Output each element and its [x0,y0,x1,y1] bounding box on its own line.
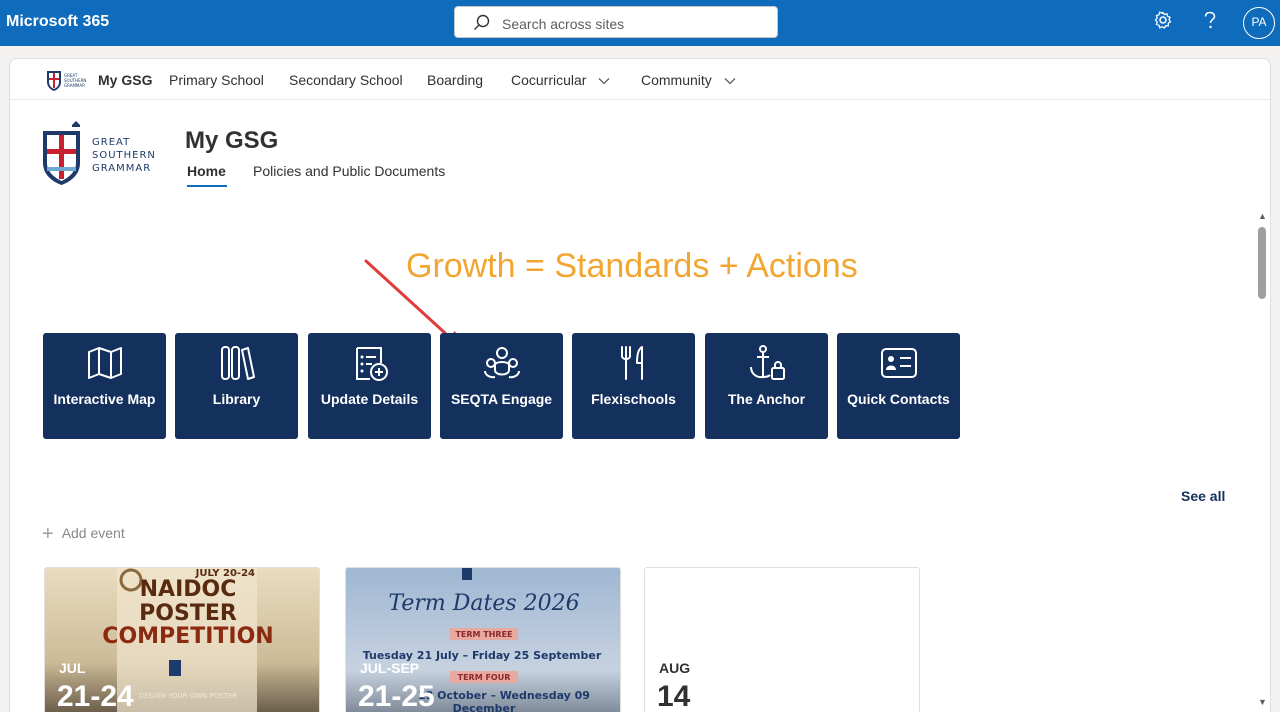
tile-update-details[interactable]: Update Details [308,333,431,439]
event-month: JUL [59,660,86,676]
help-icon[interactable] [1203,11,1217,31]
hub-nav-community-label: Community [641,72,712,88]
site-logo-crest-icon[interactable]: GREAT SOUTHERN GRAMMAR [40,119,160,187]
add-event-button[interactable]: + Add event [42,523,125,546]
page-scrollbar[interactable]: ▲ ▼ [1256,211,1270,712]
term-dates-title: Term Dates 2026 [388,591,579,616]
tile-library[interactable]: Library [175,333,298,439]
event-day: 21-25 [358,680,435,712]
map-icon [87,347,122,379]
tile-flexischools[interactable]: Flexischools [572,333,695,439]
logo-line-2: SOUTHERN [92,150,156,161]
poster-subtitle: DESIGN YOUR OWN POSTER [139,692,238,700]
food-icon [620,346,643,380]
hub-home-link[interactable]: My GSG [98,72,152,88]
app-launcher-brand[interactable]: Microsoft 365 [6,13,109,31]
account-avatar[interactable]: PA [1243,7,1275,39]
people-community-icon [483,347,520,379]
hub-nav-primary-school[interactable]: Primary School [169,72,264,88]
gear-icon[interactable] [1154,11,1172,29]
term-four-dates: 13 October – Wednesday 09 [418,689,590,702]
chevron-down-icon [598,78,610,85]
site-nav-home[interactable]: Home [187,163,226,179]
hub-logo-crest-icon[interactable]: GREAT SOUTHERN GRAMMAR [45,68,91,92]
scrollbar-thumb[interactable] [1258,227,1266,299]
anchor-lock-icon [749,345,785,380]
event-month: AUG [659,660,691,676]
site-title: My GSG [185,127,279,154]
add-event-label: Add event [61,525,125,542]
term-three-label: TERM THREE [455,630,512,639]
event-card-term-dates[interactable]: Term Dates 2026 TERM THREE Tuesday 21 Ju… [345,567,621,712]
contact-card-icon [880,348,917,378]
logo-line-3: GRAMMAR [92,163,151,174]
tile-label: Flexischools [591,391,676,407]
library-icon [220,346,255,380]
sharepoint-page: GREAT SOUTHERN GRAMMAR My GSG Primary Sc… [9,58,1271,712]
hub-nav-community[interactable]: Community [641,72,736,88]
scroll-down-icon[interactable]: ▼ [1258,697,1267,707]
event-day: 14 [657,680,691,712]
event-day: 21-24 [57,680,134,712]
logo-line-1: GREAT [92,137,130,148]
tile-quick-contacts[interactable]: Quick Contacts [837,333,960,439]
tile-the-anchor[interactable]: The Anchor [705,333,828,439]
tile-label: Interactive Map [53,391,156,407]
tile-label: Update Details [320,391,419,407]
tile-label: The Anchor [727,391,806,407]
event-card-naidoc[interactable]: JULY 20-24 NAIDOC POSTER COMPETITION DES… [44,567,320,712]
tagline-heading: Growth = Standards + Actions [406,247,858,285]
tile-seqta-engage[interactable]: SEQTA Engage [440,333,563,439]
hub-nav-secondary-school[interactable]: Secondary School [289,72,403,88]
scroll-up-icon[interactable]: ▲ [1258,211,1267,221]
tile-label: Quick Contacts [847,391,950,407]
hub-nav-cocurricular-label: Cocurricular [511,72,587,88]
poster-title-2: POSTER [139,601,237,626]
tile-label: Library [212,391,261,407]
suite-bar: Microsoft 365 Search across sites PA [0,0,1280,46]
hub-nav-boarding[interactable]: Boarding [427,72,483,88]
hub-nav-cocurricular[interactable]: Cocurricular [511,72,610,88]
search-placeholder: Search across sites [502,16,625,32]
site-nav-policies[interactable]: Policies and Public Documents [253,163,445,179]
term-four-label: TERM FOUR [458,673,511,682]
svg-text:GRAMMAR: GRAMMAR [64,83,85,88]
event-card-aug[interactable]: AUG 14 [644,567,920,712]
chevron-down-icon [724,78,736,85]
event-month: JUL-SEP [360,660,420,676]
search-icon [474,14,490,30]
tile-interactive-map[interactable]: Interactive Map [43,333,166,439]
term-four-dates-end: December [453,702,516,712]
active-tab-indicator [187,185,227,187]
poster-title-1: NAIDOC [140,577,237,602]
plus-icon: + [42,523,54,545]
update-details-icon [355,347,388,381]
hub-navigation: GREAT SOUTHERN GRAMMAR My GSG Primary Sc… [10,59,1270,100]
poster-title-3: COMPETITION [102,624,273,649]
tile-label: SEQTA Engage [450,391,553,407]
search-box[interactable]: Search across sites [454,6,778,38]
see-all-events-link[interactable]: See all [1181,488,1225,504]
